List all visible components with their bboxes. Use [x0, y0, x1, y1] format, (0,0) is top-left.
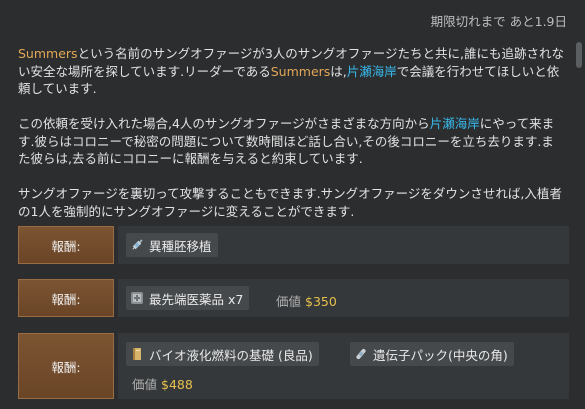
genepack-icon [354, 347, 368, 361]
expiry-timer: 期限切れまで あと1.9日 [430, 14, 567, 29]
value-caption: 価値 [276, 294, 302, 309]
quest-dialog: 期限切れまで あと1.9日 Summersという名前のサングオファージが3人のサ… [0, 0, 585, 409]
reward-select-button[interactable]: 報酬: [18, 333, 114, 399]
reward-item-label: 遺伝子パック(中央の角) [373, 347, 508, 363]
reward-item-label: 最先端医薬品 x7 [149, 291, 244, 307]
description-text: この依頼を受け入れた場合,4人のサングオファージがさまざまな方向から [18, 116, 430, 131]
scrollbar-thumb[interactable] [576, 42, 582, 68]
book-icon [130, 347, 144, 361]
reward-panel: 最先端医薬品 x7 価値 $350 [118, 279, 569, 317]
pawn-name-link[interactable]: Summers [18, 46, 78, 61]
reward-select-button[interactable]: 報酬: [18, 226, 114, 264]
reward-item-chip[interactable]: 最先端医薬品 x7 [126, 286, 250, 310]
medicine-icon [130, 291, 144, 305]
reward-value: 価値 $350 [276, 291, 337, 310]
description-text: は, [330, 63, 347, 79]
description-paragraph-2: この依頼を受け入れた場合,4人のサングオファージがさまざまな方向から片瀬海岸にや… [18, 115, 566, 168]
value-amount: $488 [161, 377, 193, 392]
quest-description: Summersという名前のサングオファージが3人のサングオファージたちと共に,誰… [18, 45, 566, 238]
place-link[interactable]: 片瀬海岸 [347, 64, 397, 79]
reward-panel: 異種胚移植 [118, 226, 569, 264]
reward-value: 価値 $488 [132, 374, 193, 393]
syringe-icon [130, 238, 144, 252]
reward-option-3: 報酬: バイオ液化燃料の基礎 (良品) 遺伝子パック(中央の角) 価値 $488 [18, 333, 569, 399]
scrollbar[interactable] [573, 40, 585, 340]
reward-item-label: 異種胚移植 [149, 238, 212, 254]
place-link[interactable]: 片瀬海岸 [430, 116, 480, 131]
reward-panel: バイオ液化燃料の基礎 (良品) 遺伝子パック(中央の角) 価値 $488 [118, 333, 569, 399]
value-amount: $350 [305, 294, 337, 309]
description-paragraph-1: Summersという名前のサングオファージが3人のサングオファージたちと共に,誰… [18, 45, 566, 98]
reward-select-button[interactable]: 報酬: [18, 279, 114, 317]
reward-item-label: バイオ液化燃料の基礎 (良品) [149, 347, 313, 363]
reward-item-chip[interactable]: 遺伝子パック(中央の角) [350, 342, 514, 366]
reward-option-2: 報酬: 最先端医薬品 x7 価値 $350 [18, 279, 569, 317]
value-caption: 価値 [132, 377, 158, 392]
description-paragraph-3: サングオファージを裏切って攻撃することもできます.サングオファージをダウンさせれ… [18, 186, 562, 219]
reward-item-chip[interactable]: 異種胚移植 [126, 233, 218, 257]
reward-option-1: 報酬: 異種胚移植 [18, 226, 569, 264]
reward-item-chip[interactable]: バイオ液化燃料の基礎 (良品) [126, 342, 319, 366]
pawn-name-link[interactable]: Summers [271, 64, 331, 79]
